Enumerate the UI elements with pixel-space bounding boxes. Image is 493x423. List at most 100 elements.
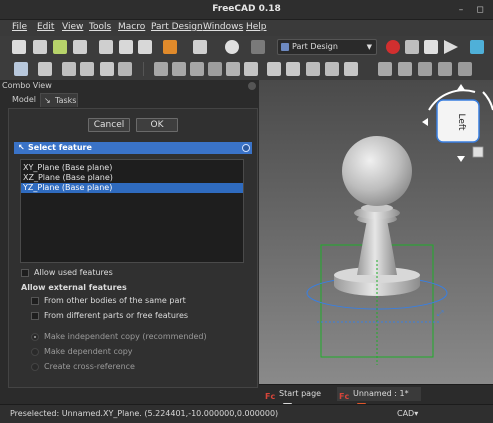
3d-viewport[interactable]: Left ⤢ bbox=[259, 80, 493, 384]
navcube-left-arrow[interactable] bbox=[422, 118, 428, 126]
menu-edit[interactable]: Edit bbox=[37, 22, 54, 32]
navcube-face-label: Left bbox=[456, 114, 466, 131]
subtractive-pipe-icon[interactable] bbox=[458, 62, 472, 76]
main-toolbar: Part Design ▼ bbox=[0, 36, 493, 58]
allow-used-features-label: Allow used features bbox=[34, 268, 113, 277]
independent-copy-label: Make independent copy (recommended) bbox=[44, 332, 207, 341]
combo-view-title: Combo View bbox=[0, 80, 258, 92]
clone-icon[interactable] bbox=[244, 62, 258, 76]
navcube-down-arrow[interactable] bbox=[457, 156, 465, 162]
cancel-button[interactable]: Cancel bbox=[88, 118, 130, 132]
local-coordinate-system-icon[interactable] bbox=[208, 62, 222, 76]
menu-windows[interactable]: Windows bbox=[203, 22, 243, 32]
menu-macro[interactable]: Macro bbox=[118, 22, 145, 32]
macro-play-icon[interactable] bbox=[444, 40, 458, 54]
tab-start-page[interactable]: Fc Start page bbox=[263, 387, 335, 412]
menu-file[interactable]: File bbox=[12, 22, 27, 32]
dependent-copy-radio[interactable] bbox=[31, 348, 39, 356]
open-document-icon[interactable] bbox=[33, 40, 47, 54]
new-document-icon[interactable] bbox=[12, 40, 26, 54]
draw-style-icon[interactable] bbox=[38, 62, 52, 76]
tasks-icon: ↘ bbox=[44, 96, 51, 105]
allow-external-features-heading: Allow external features bbox=[21, 283, 127, 292]
additive-primitive-icon[interactable] bbox=[344, 62, 358, 76]
additive-pipe-icon[interactable] bbox=[325, 62, 339, 76]
menu-part-design[interactable]: Part Design bbox=[151, 22, 203, 32]
freecad-icon: Fc bbox=[265, 392, 276, 401]
undo-icon[interactable] bbox=[163, 40, 177, 54]
refresh-icon[interactable] bbox=[225, 40, 239, 54]
macro-stop-icon[interactable] bbox=[405, 40, 419, 54]
window-title: FreeCAD 0.18 bbox=[212, 4, 281, 14]
revolution-icon[interactable] bbox=[286, 62, 300, 76]
navcube-up-arrow[interactable] bbox=[457, 84, 465, 90]
datum-line-icon[interactable] bbox=[172, 62, 186, 76]
part-design-workbench-icon bbox=[281, 43, 289, 51]
3d-scene: Left ⤢ bbox=[306, 84, 493, 365]
float-panel-icon[interactable] bbox=[248, 82, 256, 90]
menu-help[interactable]: Help bbox=[246, 22, 267, 32]
pointer-icon: ↖ bbox=[18, 143, 25, 152]
cut-icon[interactable] bbox=[99, 40, 113, 54]
other-bodies-label: From other bodies of the same part bbox=[44, 296, 186, 305]
navcube-mini-cube-icon[interactable] bbox=[472, 146, 484, 158]
maximize-button[interactable]: ◻ bbox=[473, 3, 487, 17]
groove-icon[interactable] bbox=[418, 62, 432, 76]
redo-icon[interactable] bbox=[193, 40, 207, 54]
tab-tasks[interactable]: ↘ Tasks bbox=[40, 93, 78, 107]
freecad-icon: Fc bbox=[339, 392, 350, 401]
list-item[interactable]: XY_Plane (Base plane) bbox=[21, 163, 243, 173]
subtractive-loft-icon[interactable] bbox=[438, 62, 452, 76]
document-tabs: Fc Start page Fc Unnamed : 1* bbox=[259, 384, 493, 412]
save-document-icon[interactable] bbox=[53, 40, 67, 54]
select-feature-header[interactable]: ↖ Select feature bbox=[14, 142, 252, 154]
shape-binder-icon[interactable] bbox=[226, 62, 240, 76]
paste-icon[interactable] bbox=[138, 40, 152, 54]
tab-model[interactable]: Model bbox=[9, 93, 39, 107]
whats-this-icon[interactable] bbox=[251, 40, 265, 54]
workbench-selector[interactable]: Part Design ▼ bbox=[277, 39, 377, 55]
tab-unnamed[interactable]: Fc Unnamed : 1* bbox=[337, 387, 421, 412]
view-front-icon[interactable] bbox=[80, 62, 94, 76]
measure-distance-icon[interactable] bbox=[154, 62, 168, 76]
list-item[interactable]: XZ_Plane (Base plane) bbox=[21, 173, 243, 183]
navigation-style-selector[interactable]: CAD▾ bbox=[397, 409, 418, 418]
cross-reference-radio[interactable] bbox=[31, 363, 39, 371]
macro-edit-icon[interactable] bbox=[424, 40, 438, 54]
pad-icon[interactable] bbox=[267, 62, 281, 76]
pawn-body bbox=[357, 220, 397, 275]
tab-unnamed-label: Unnamed : 1* bbox=[353, 389, 409, 398]
list-item-selected[interactable]: YZ_Plane (Base plane) bbox=[21, 183, 243, 193]
dependent-copy-label: Make dependent copy bbox=[44, 347, 133, 356]
copy-icon[interactable] bbox=[119, 40, 133, 54]
view-isometric-icon[interactable] bbox=[62, 62, 76, 76]
independent-copy-radio[interactable] bbox=[31, 333, 39, 341]
feature-list[interactable]: XY_Plane (Base plane) XZ_Plane (Base pla… bbox=[20, 159, 244, 263]
menu-tools[interactable]: Tools bbox=[89, 22, 111, 32]
menu-bar: File Edit View Tools Macro Part Design W… bbox=[0, 20, 493, 36]
view-top-icon[interactable] bbox=[100, 62, 114, 76]
pocket-icon[interactable] bbox=[378, 62, 392, 76]
additive-loft-icon[interactable] bbox=[306, 62, 320, 76]
minimize-button[interactable]: – bbox=[454, 3, 468, 17]
menu-view[interactable]: View bbox=[62, 22, 83, 32]
print-icon[interactable] bbox=[73, 40, 87, 54]
different-parts-checkbox[interactable] bbox=[31, 312, 39, 320]
status-message: Preselected: Unnamed.XY_Plane. (5.224401… bbox=[10, 409, 279, 418]
hole-icon[interactable] bbox=[398, 62, 412, 76]
tab-start-page-label: Start page bbox=[279, 389, 322, 398]
ok-button[interactable]: OK bbox=[136, 118, 178, 132]
allow-used-features-checkbox[interactable] bbox=[21, 269, 29, 277]
navcube-rotate-arc-right[interactable] bbox=[482, 91, 493, 111]
macro-record-icon[interactable] bbox=[386, 40, 400, 54]
tab-tasks-label: Tasks bbox=[55, 96, 77, 105]
status-bar: Preselected: Unnamed.XY_Plane. (5.224401… bbox=[0, 404, 493, 423]
fit-all-icon[interactable] bbox=[14, 62, 28, 76]
pawn-head bbox=[342, 136, 412, 206]
select-feature-title: Select feature bbox=[28, 143, 92, 152]
datum-plane-icon[interactable] bbox=[190, 62, 204, 76]
collapse-section-icon[interactable] bbox=[242, 144, 250, 152]
help-icon[interactable] bbox=[470, 40, 484, 54]
other-bodies-checkbox[interactable] bbox=[31, 297, 39, 305]
view-right-icon[interactable] bbox=[118, 62, 132, 76]
